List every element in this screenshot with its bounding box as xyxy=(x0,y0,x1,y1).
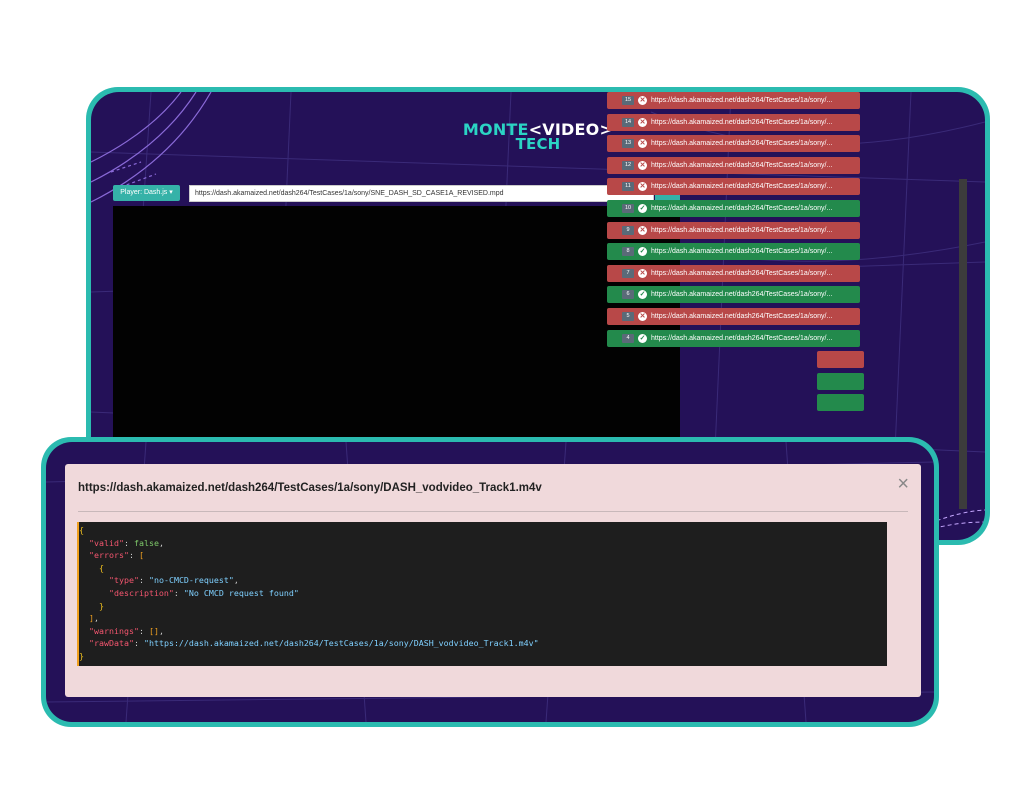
x-circle-icon: ✕ xyxy=(638,117,647,127)
request-row[interactable] xyxy=(817,394,864,412)
inspector-window-background: https://dash.akamaized.net/dash264/TestC… xyxy=(46,442,934,722)
request-row[interactable]: 5 ✕ https://dash.akamaized.net/dash264/Tes… xyxy=(607,308,860,325)
request-number-badge: 8 xyxy=(622,247,634,257)
request-row[interactable]: 10 ✓ https://dash.akamaized.net/dash264/Te… xyxy=(607,200,860,217)
check-circle-icon: ✓ xyxy=(638,333,647,343)
request-row[interactable]: 12 ✕ https://dash.akamaized.net/dash264/Te… xyxy=(607,156,860,174)
request-list-scrollbar[interactable] xyxy=(959,179,967,509)
inspector-window: https://dash.akamaized.net/dash264/TestC… xyxy=(41,437,939,727)
video-player[interactable] xyxy=(113,206,680,446)
json-value: "https://dash.akamaized.net/dash264/Test… xyxy=(143,638,539,649)
json-value: "no-CMCD-request" xyxy=(148,575,234,586)
json-key: "description" xyxy=(108,587,174,598)
request-number-badge: 5 xyxy=(622,312,634,321)
request-number-badge: 15 xyxy=(622,96,634,105)
request-row[interactable]: 13 ✕ https://dash.akamaized.net/dash264/Te… xyxy=(607,135,860,153)
json-key: "warnings" xyxy=(89,625,139,636)
modal-title: https://dash.akamaized.net/dash264/TestC… xyxy=(78,482,542,494)
x-circle-icon: ✕ xyxy=(638,139,647,149)
request-row[interactable]: 11 ✕ https://dash.akamaized.net/dash264/Te… xyxy=(607,178,860,196)
manifest-url-input[interactable]: https://dash.akamaized.net/dash264/TestC… xyxy=(189,185,654,202)
request-number-badge: 4 xyxy=(622,333,634,343)
x-circle-icon: ✕ xyxy=(638,182,647,192)
request-number-badge: 10 xyxy=(622,204,634,213)
request-row[interactable]: 6 ✓ https://dash.akamaized.net/dash264/Tes… xyxy=(607,286,860,304)
request-url: https://dash.akamaized.net/dash264/TestC… xyxy=(651,334,833,342)
request-number-badge: 14 xyxy=(622,117,634,127)
request-number-badge: 13 xyxy=(622,139,634,149)
request-url: https://dash.akamaized.net/dash264/TestC… xyxy=(651,161,833,169)
json-key: "errors" xyxy=(89,550,129,561)
request-row[interactable]: 4 ✓ https://dash.akamaized.net/dash264/Tes… xyxy=(607,329,860,347)
check-circle-icon: ✓ xyxy=(638,247,647,257)
request-url: https://dash.akamaized.net/dash264/TestC… xyxy=(651,140,833,148)
close-icon[interactable]: × xyxy=(897,474,909,494)
request-row[interactable]: 9 ✕ https://dash.akamaized.net/dash264/Tes… xyxy=(607,221,860,239)
request-row[interactable]: 7 ✕ https://dash.akamaized.net/dash264/Tes… xyxy=(607,264,860,282)
request-url: https://dash.akamaized.net/dash264/TestC… xyxy=(651,97,833,104)
json-value: "No CMCD request found" xyxy=(183,587,299,598)
check-circle-icon: ✓ xyxy=(638,204,647,213)
json-code: { "valid": false, "errors": [ { "type": … xyxy=(79,525,539,661)
check-circle-icon: ✓ xyxy=(638,290,647,300)
request-url: https://dash.akamaized.net/dash264/TestC… xyxy=(651,226,833,234)
request-url: https://dash.akamaized.net/dash264/TestC… xyxy=(651,248,833,256)
request-row[interactable]: 14 ✕ https://dash.akamaized.net/dash264/Te… xyxy=(607,113,860,131)
request-url: https://dash.akamaized.net/dash264/TestC… xyxy=(651,118,833,126)
request-number-badge: 12 xyxy=(622,160,634,170)
request-url: https://dash.akamaized.net/dash264/TestC… xyxy=(651,313,833,320)
request-detail-modal: https://dash.akamaized.net/dash264/TestC… xyxy=(65,464,921,697)
json-key: "type" xyxy=(108,575,139,586)
x-circle-icon: ✕ xyxy=(638,160,647,170)
request-row[interactable]: 8 ✓ https://dash.akamaized.net/dash264/Tes… xyxy=(607,243,860,261)
x-circle-icon: ✕ xyxy=(638,312,647,321)
x-circle-icon: ✕ xyxy=(638,268,647,278)
code-gutter xyxy=(77,522,79,666)
json-value: false xyxy=(133,537,159,548)
x-circle-icon: ✕ xyxy=(638,225,647,235)
request-row[interactable]: 15 ✕ https://dash.akamaized.net/dash264/Te… xyxy=(607,92,860,109)
request-number-badge: 7 xyxy=(622,268,634,278)
json-key: "valid" xyxy=(89,537,124,548)
request-url: https://dash.akamaized.net/dash264/TestC… xyxy=(651,205,833,212)
json-value: [] xyxy=(148,625,159,636)
modal-divider xyxy=(78,511,908,512)
player-dropdown-button[interactable]: Player: Dash.js ▾ xyxy=(113,185,180,201)
request-url: https://dash.akamaized.net/dash264/TestC… xyxy=(651,183,833,191)
x-circle-icon: ✕ xyxy=(638,96,647,105)
request-number-badge: 6 xyxy=(622,290,634,300)
json-key: "rawData" xyxy=(89,638,134,649)
request-url: https://dash.akamaized.net/dash264/TestC… xyxy=(651,269,833,277)
request-number-badge: 11 xyxy=(622,182,634,192)
request-row[interactable] xyxy=(817,372,864,390)
request-number-badge: 9 xyxy=(622,225,634,235)
request-url: https://dash.akamaized.net/dash264/TestC… xyxy=(651,291,833,299)
json-viewer: { "valid": false, "errors": [ { "type": … xyxy=(77,522,887,666)
request-row[interactable] xyxy=(817,351,864,369)
